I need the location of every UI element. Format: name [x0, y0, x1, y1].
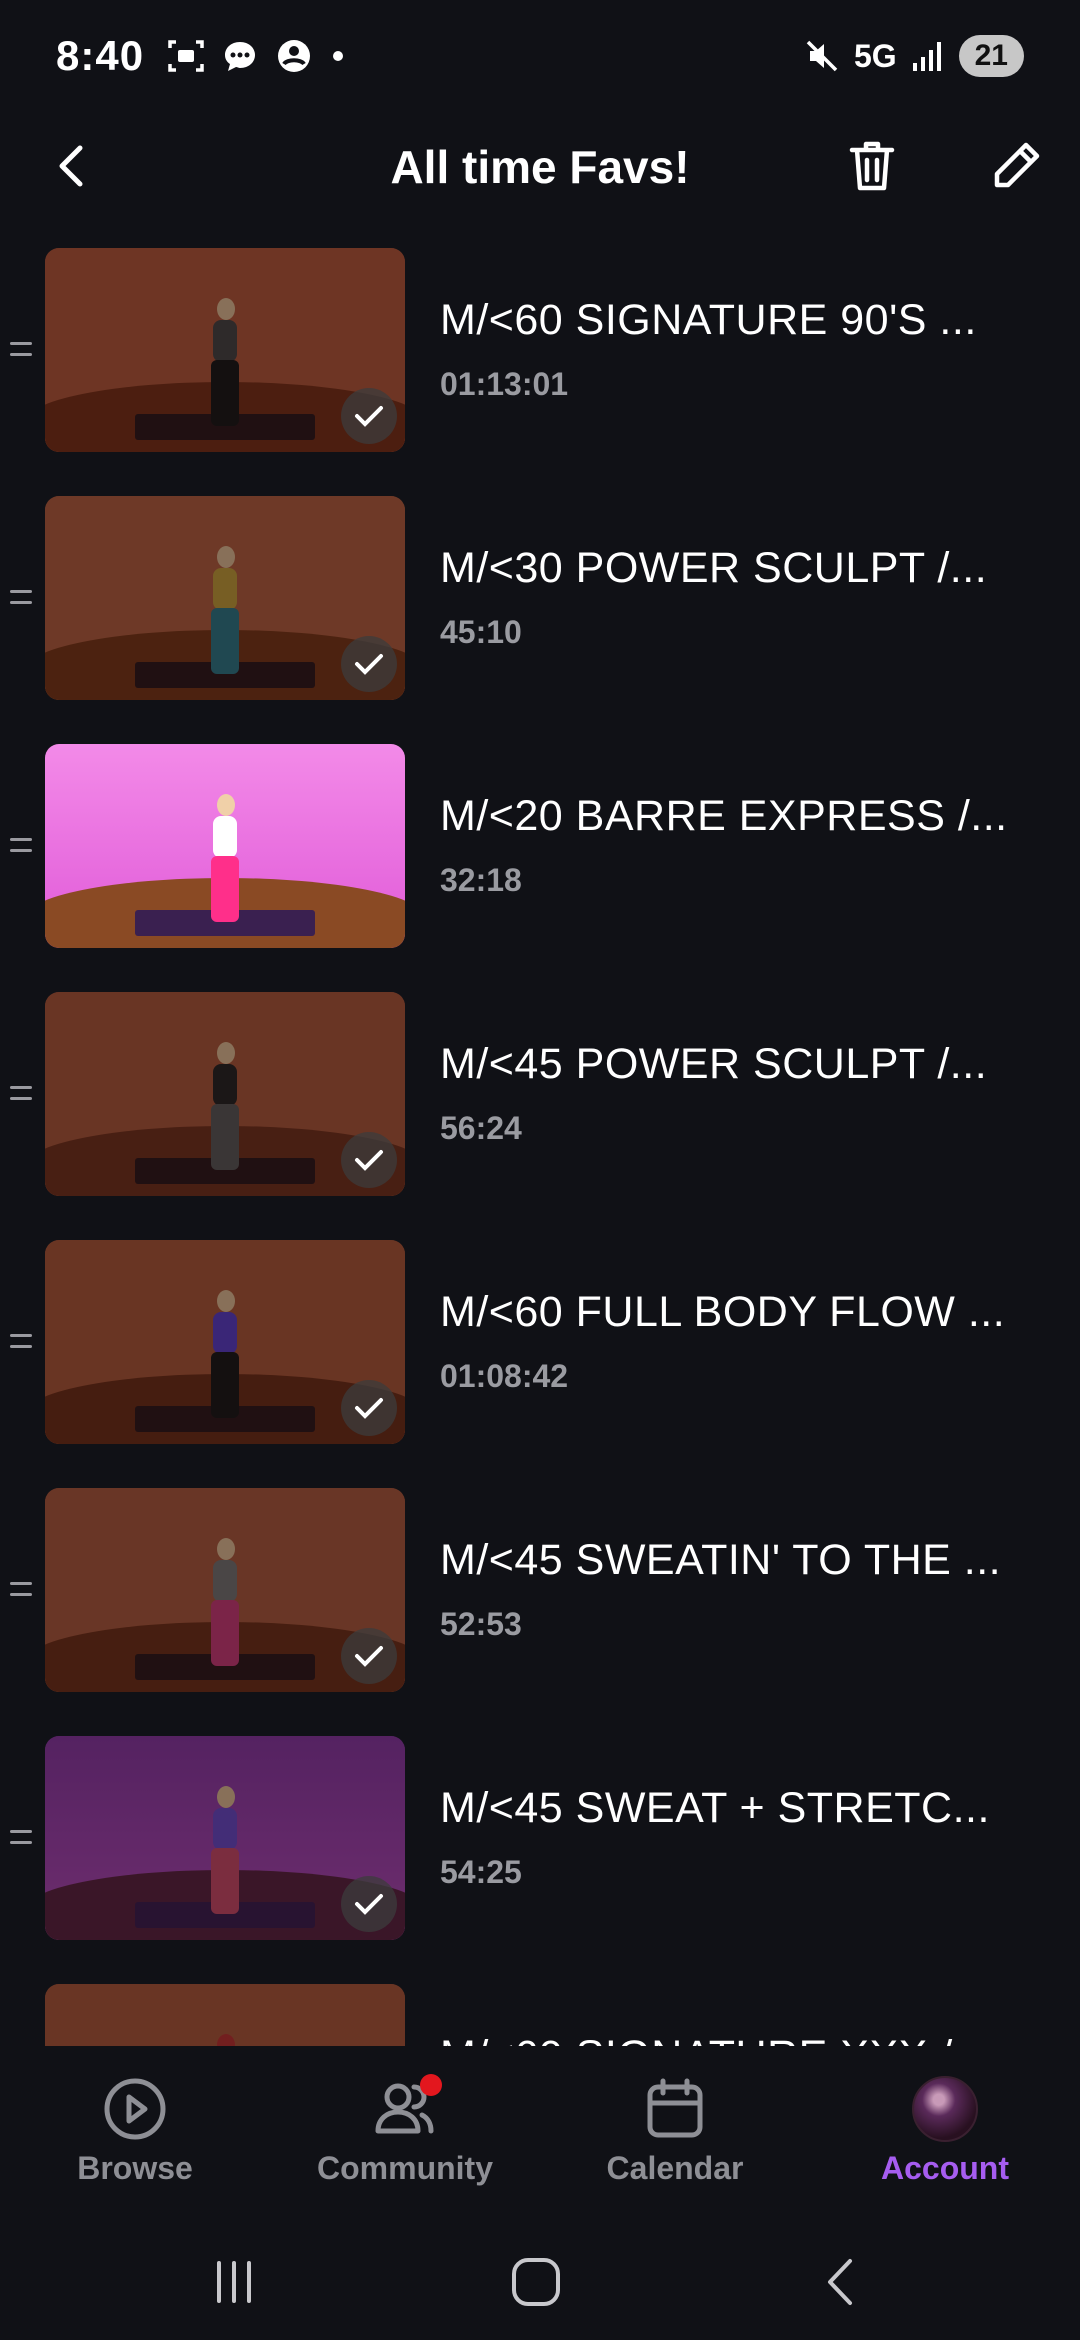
nav-account-label: Account: [881, 2150, 1009, 2186]
message-icon: [225, 42, 256, 71]
recent-apps-icon: [217, 2261, 251, 2303]
check-icon: [341, 1628, 397, 1684]
status-right: 5G 21: [804, 35, 1024, 77]
video-thumbnail[interactable]: [45, 1240, 405, 1444]
status-notification-icons: [166, 36, 348, 76]
list-item[interactable]: M/<30 POWER SCULPT /... 45:10: [0, 496, 1080, 700]
back-icon: [828, 2259, 852, 2305]
play-circle-icon: [102, 2076, 168, 2142]
notification-dot: [420, 2074, 442, 2096]
check-icon: [341, 636, 397, 692]
check-icon: [341, 1380, 397, 1436]
video-thumbnail[interactable]: [45, 1984, 405, 2048]
system-nav-bar: [0, 2226, 1080, 2340]
nav-community[interactable]: Community: [270, 2074, 540, 2206]
video-thumbnail[interactable]: [45, 1488, 405, 1692]
workout-title: M/<20 BARRE EXPRESS /...: [440, 792, 1008, 840]
nav-calendar[interactable]: Calendar: [540, 2076, 810, 2206]
video-thumbnail[interactable]: [45, 496, 405, 700]
home-icon: [512, 2258, 560, 2306]
list-item[interactable]: M/<60 SIGNATURE 90'S ... 01:13:01: [0, 248, 1080, 452]
recent-apps-button[interactable]: [204, 2252, 264, 2312]
status-time: 8:40: [56, 32, 145, 79]
battery-level: 21: [958, 35, 1024, 77]
nav-account[interactable]: Account: [810, 2076, 1080, 2206]
workout-duration: 01:08:42: [440, 1358, 569, 1394]
pencil-icon: [994, 142, 1040, 188]
home-button[interactable]: [506, 2252, 566, 2312]
trash-icon: [849, 141, 895, 191]
list-item[interactable]: M/<20 BARRE EXPRESS /... 32:18: [0, 744, 1080, 948]
list-item[interactable]: M/<45 POWER SCULPT /... 56:24: [0, 992, 1080, 1196]
video-thumbnail[interactable]: [45, 248, 405, 452]
signal-icon: [912, 42, 941, 71]
workout-duration: 52:53: [440, 1606, 522, 1642]
list-item[interactable]: M/<60 FULL BODY FLOW ... 01:08:42: [0, 1240, 1080, 1444]
workout-title: M/<45 SWEATIN' TO THE ...: [440, 1536, 1002, 1584]
nav-browse-label: Browse: [77, 2150, 193, 2186]
list-item[interactable]: M/<45 SWEATIN' TO THE ... 52:53: [0, 1488, 1080, 1692]
favorites-list[interactable]: M/<60 SIGNATURE 90'S ... 01:13:01 M/<30 …: [0, 248, 1080, 2048]
status-bar: 8:40 5G 21: [0, 0, 1080, 112]
workout-duration: 45:10: [440, 614, 522, 650]
drag-handle-icon[interactable]: [10, 342, 32, 356]
drag-handle-icon[interactable]: [10, 838, 32, 852]
mute-icon: [806, 40, 838, 72]
delete-button[interactable]: [842, 136, 902, 196]
page-title: All time Favs!: [390, 141, 690, 193]
nav-browse[interactable]: Browse: [0, 2076, 270, 2206]
video-thumbnail[interactable]: [45, 992, 405, 1196]
workout-title: M/<45 SWEAT + STRETC...: [440, 1784, 990, 1832]
header: All time Favs!: [0, 112, 1080, 220]
bottom-nav: Browse Community Calendar Account: [0, 2046, 1080, 2226]
drag-handle-icon[interactable]: [10, 1830, 32, 1844]
workout-duration: 32:18: [440, 862, 522, 898]
drag-handle-icon[interactable]: [10, 1582, 32, 1596]
check-icon: [341, 388, 397, 444]
drag-handle-icon[interactable]: [10, 590, 32, 604]
list-item[interactable]: M/<45 SWEAT + STRETC... 54:25: [0, 1736, 1080, 1940]
users-icon: [372, 2074, 442, 2142]
workout-title: M/<30 POWER SCULPT /...: [440, 544, 988, 592]
workout-title: M/<45 POWER SCULPT /...: [440, 1040, 988, 1088]
screenshot-icon: [168, 40, 204, 72]
drag-handle-icon[interactable]: [10, 1334, 32, 1348]
check-icon: [341, 1132, 397, 1188]
workout-duration: 01:13:01: [440, 366, 569, 402]
video-thumbnail[interactable]: [45, 744, 405, 948]
calendar-icon: [642, 2076, 708, 2142]
avatar: [912, 2076, 978, 2142]
list-item[interactable]: M/<60 SIGNATURE XXX /...: [0, 1984, 1080, 2048]
workout-duration: 54:25: [440, 1854, 522, 1890]
system-back-button[interactable]: [810, 2252, 870, 2312]
nav-community-label: Community: [317, 2150, 493, 2186]
workout-title: M/<60 SIGNATURE 90'S ...: [440, 296, 977, 344]
account-circle-icon: [278, 40, 311, 72]
workout-title: M/<60 FULL BODY FLOW ...: [440, 1288, 1006, 1336]
drag-handle-icon[interactable]: [10, 1086, 32, 1100]
nav-calendar-label: Calendar: [606, 2150, 744, 2186]
dot-icon: [333, 51, 344, 61]
network-type: 5G: [853, 37, 897, 74]
workout-duration: 56:24: [440, 1110, 522, 1146]
video-thumbnail[interactable]: [45, 1736, 405, 1940]
edit-button[interactable]: [986, 136, 1046, 196]
check-icon: [341, 1876, 397, 1932]
